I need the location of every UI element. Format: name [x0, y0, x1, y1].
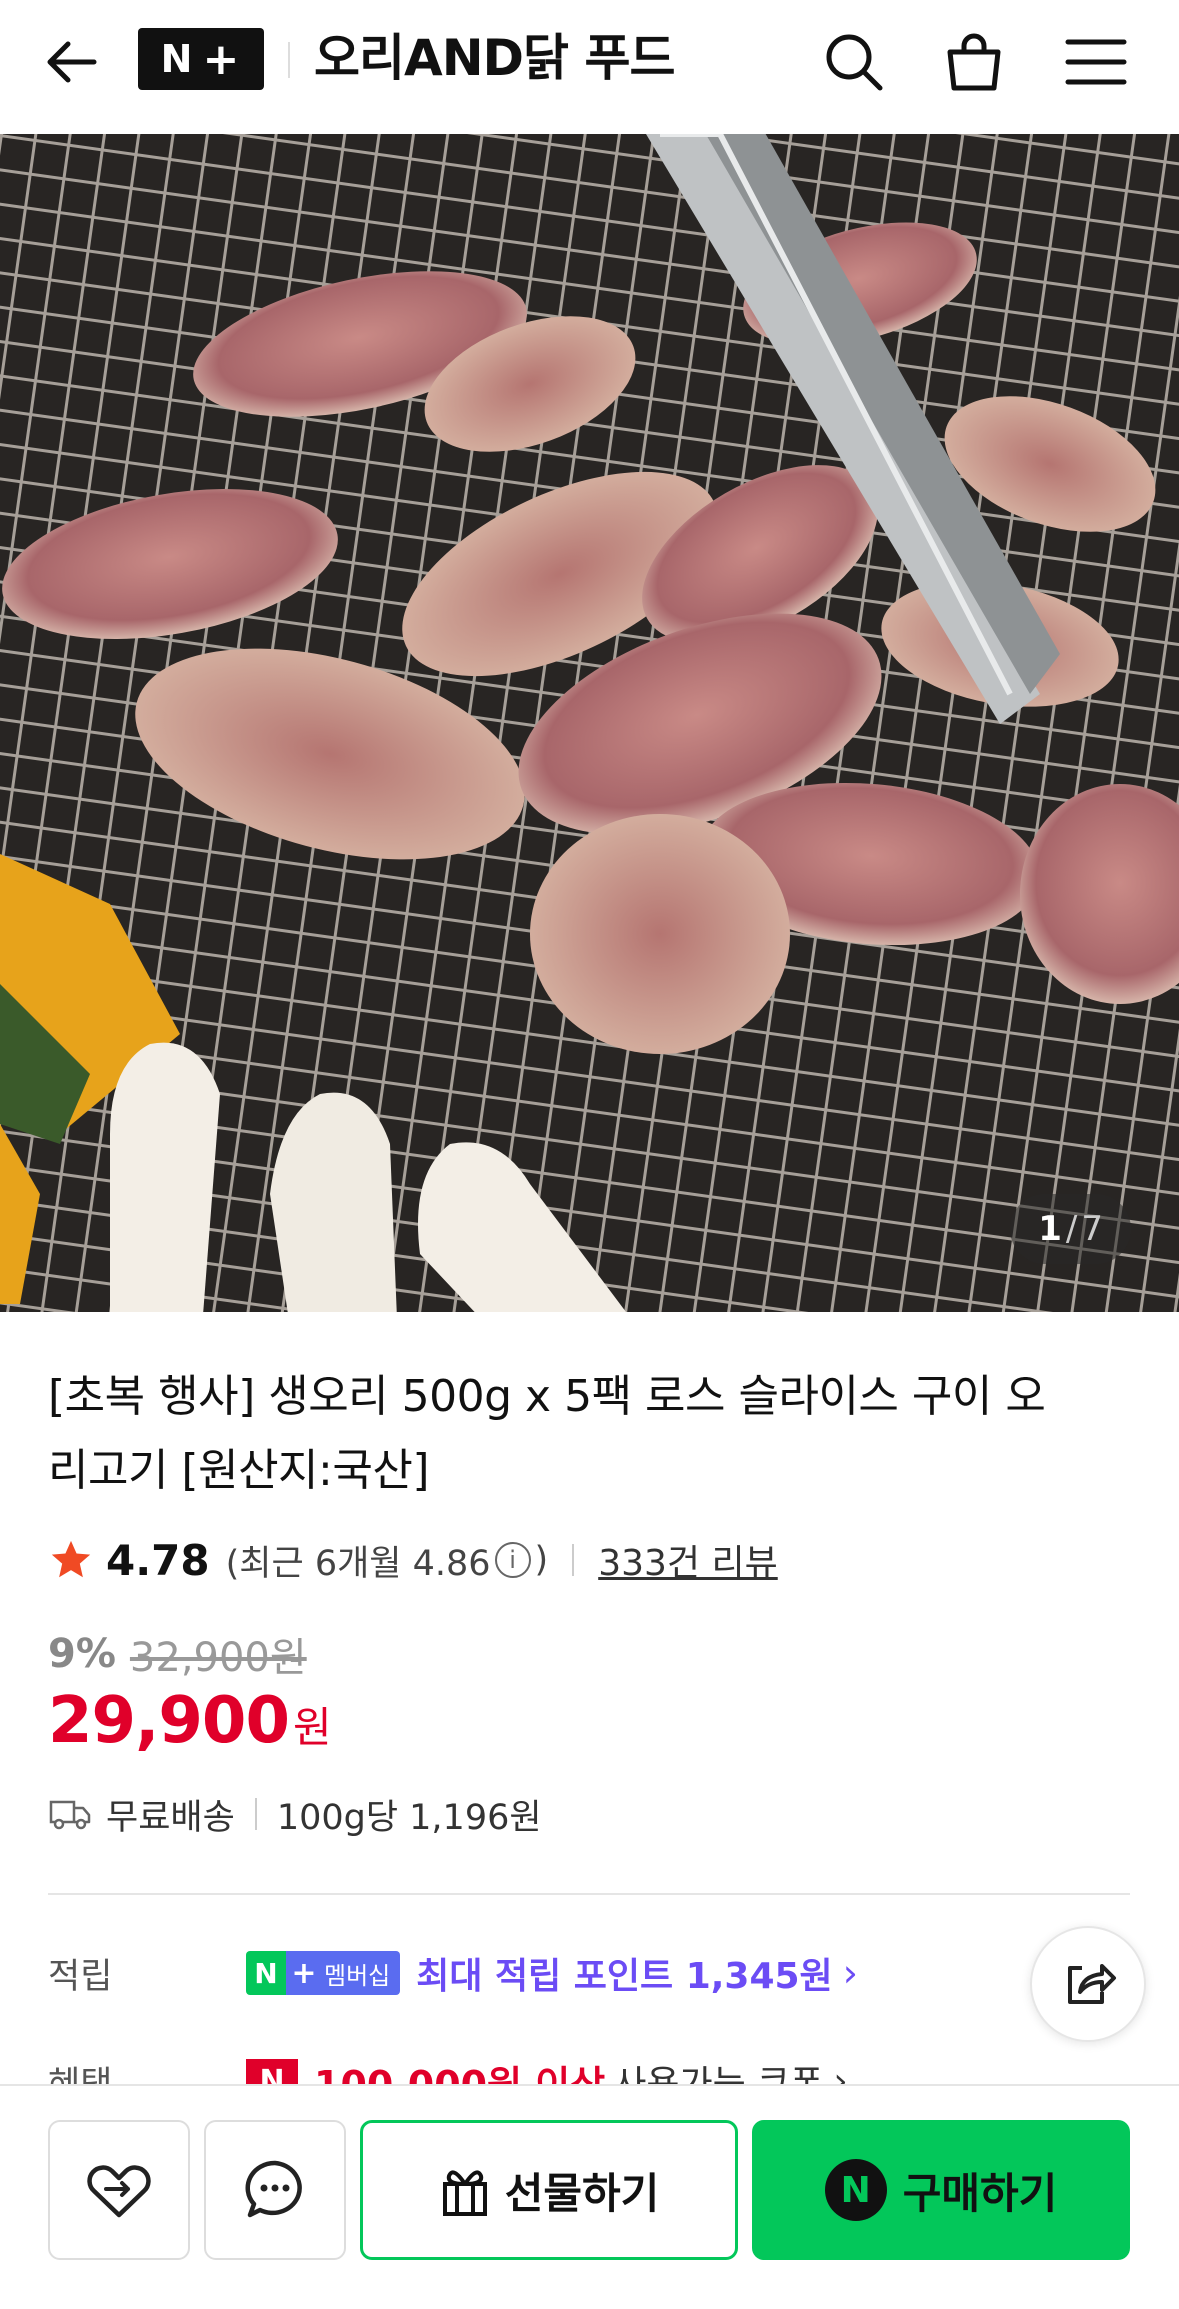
original-price: 32,900원 [129, 1635, 307, 1681]
menu-icon [1065, 39, 1127, 85]
top-header: N + 오리AND닭 푸드 [0, 0, 1179, 134]
truck-icon [49, 1800, 91, 1830]
reviews-link[interactable]: 333건 리뷰 [598, 1534, 778, 1586]
share-icon [1068, 1964, 1116, 2004]
recent-rating: (최근 6개월 4.86 [225, 1543, 491, 1584]
discount-row: 9% 32,900원 [48, 1624, 307, 1684]
shipping-text: 무료배송 [106, 1797, 235, 1838]
heart-icon [87, 2165, 151, 2218]
section-divider [48, 1893, 1130, 1895]
rating-row: 4.78 (최근 6개월 4.86 i ) 333건 리뷰 [48, 1530, 778, 1590]
like-button[interactable] [48, 2120, 190, 2260]
cart-button[interactable] [936, 24, 1012, 100]
bottom-action-bar: 선물하기 N 구매하기 [0, 2084, 1179, 2309]
product-image-carousel[interactable]: 1 / 7 [0, 134, 1179, 1312]
info-icon[interactable]: i [494, 1542, 531, 1578]
menu-button[interactable] [1058, 24, 1134, 100]
recent-rating-close: ) [534, 1540, 549, 1580]
search-icon [826, 34, 883, 91]
store-name[interactable]: 오리AND닭 푸드 [314, 22, 675, 94]
shopping-bag-icon [947, 33, 1001, 91]
product-photo [0, 134, 1179, 1312]
points-label: 적립 [48, 1956, 113, 1997]
chevron-right-icon: › [842, 1951, 858, 1995]
back-button[interactable] [36, 26, 108, 98]
divider [572, 1544, 575, 1576]
back-arrow-icon [47, 41, 97, 83]
star-icon [51, 1540, 91, 1578]
discount-percent: 9% [48, 1631, 116, 1677]
max-points-text[interactable]: 최대 적립 포인트 1,345원 [416, 1947, 832, 1999]
rating-value: 4.78 [106, 1535, 210, 1585]
unit-price: 100g당 1,196원 [276, 1797, 542, 1838]
naver-pay-badge: N [824, 2159, 887, 2221]
buy-label: 구매하기 [902, 2168, 1058, 2218]
chat-bubble-icon [245, 2160, 302, 2218]
sale-price: 29,900 원 [48, 1684, 332, 1764]
price-currency: 원 [292, 1703, 332, 1752]
gift-button[interactable]: 선물하기 [360, 2120, 738, 2260]
buy-button[interactable]: N 구매하기 [752, 2120, 1130, 2260]
gift-label: 선물하기 [504, 2168, 660, 2218]
header-divider [288, 42, 290, 78]
shipping-row: 무료배송 100g당 1,196원 [48, 1786, 542, 1842]
image-counter: 1 / 7 [1010, 1194, 1131, 1264]
talk-button[interactable] [204, 2120, 346, 2260]
share-button[interactable] [1030, 1926, 1146, 2042]
search-button[interactable] [816, 24, 892, 100]
gift-icon [442, 2170, 487, 2216]
product-title: [초복 행사] 생오리 500g x 5팩 로스 슬라이스 구이 오리고기 [원… [48, 1371, 1046, 1496]
points-row[interactable]: 적립 N + 멤버십 최대 적립 포인트 1,345원 › [48, 1938, 858, 2008]
naver-plus-membership-badge: N + 멤버십 [246, 1951, 401, 1995]
naver-plus-logo[interactable]: N + [138, 28, 264, 90]
price-value: 29,900 [48, 1684, 290, 1758]
divider [254, 1798, 257, 1830]
